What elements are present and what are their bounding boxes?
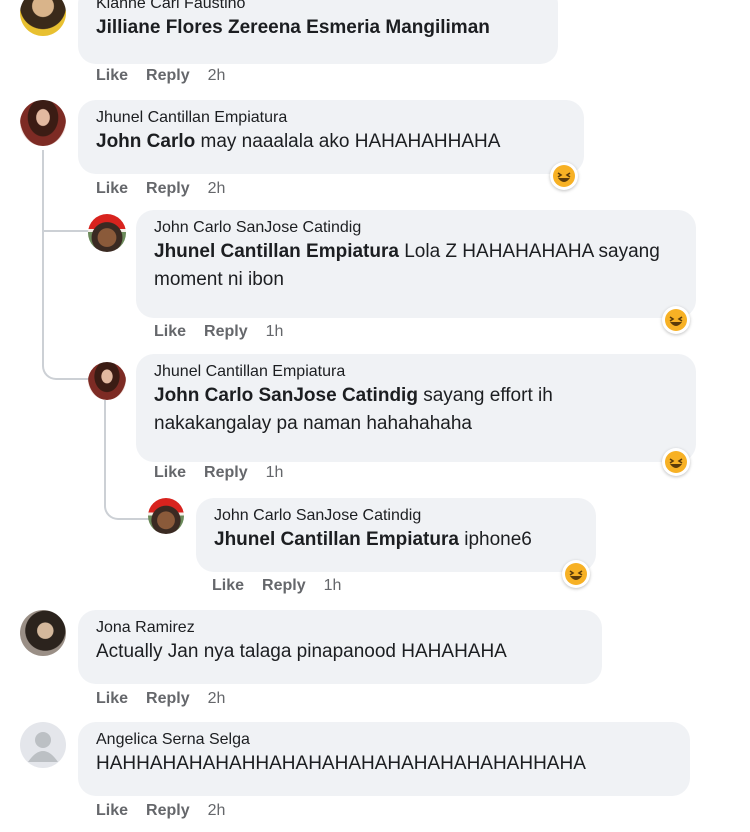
comment-actions: Like Reply 2h: [96, 67, 243, 85]
timestamp[interactable]: 2h: [208, 67, 226, 84]
timestamp[interactable]: 2h: [208, 802, 226, 819]
mention-link[interactable]: John Carlo SanJose Catindig: [154, 385, 418, 406]
haha-reaction-icon[interactable]: [662, 448, 690, 476]
comment-bubble: Jhunel Cantillan Empiatura John Carlo ma…: [78, 100, 584, 174]
comment-text: may naaalala ako HAHAHAHHAHA: [195, 131, 501, 152]
comment-text: iphone6: [458, 529, 532, 550]
comment-actions: Like Reply 1h: [154, 464, 301, 482]
reply-button[interactable]: Reply: [146, 690, 190, 707]
thread-line: [42, 150, 92, 380]
comment-bubble: John Carlo SanJose Catindig Jhunel Canti…: [136, 210, 696, 318]
comment-bubble: Kianne Carl Faustino Jilliane Flores Zer…: [78, 0, 558, 64]
comment-actions: Like Reply 2h: [96, 802, 243, 820]
comment-text: HAHHAHAHAHAHHAHAHAHAHAHAHAHAHAHAHHAHA: [96, 753, 586, 774]
mention-link[interactable]: John Carlo: [96, 131, 195, 152]
comment-actions: Like Reply 2h: [96, 180, 243, 198]
mention-link[interactable]: Jhunel Cantillan Empiatura: [154, 241, 399, 262]
comment-text: Actually Jan nya talaga pinapanood HAHAH…: [96, 641, 507, 662]
timestamp[interactable]: 2h: [208, 180, 226, 197]
haha-reaction-icon[interactable]: [562, 560, 590, 588]
thread-line: [42, 230, 90, 232]
comment-actions: Like Reply 2h: [96, 690, 243, 708]
reply-button[interactable]: Reply: [146, 802, 190, 819]
like-button[interactable]: Like: [96, 690, 128, 707]
avatar[interactable]: [20, 610, 66, 656]
avatar[interactable]: [20, 100, 66, 146]
comment-bubble: John Carlo SanJose Catindig Jhunel Canti…: [196, 498, 596, 572]
comment-actions: Like Reply 1h: [154, 323, 301, 341]
timestamp[interactable]: 1h: [266, 464, 284, 481]
timestamp[interactable]: 1h: [324, 577, 342, 594]
like-button[interactable]: Like: [96, 67, 128, 84]
santa-hat-avatar[interactable]: [88, 214, 126, 252]
comment-bubble: Angelica Serna Selga HAHHAHAHAHAHHAHAHAH…: [78, 722, 690, 796]
comment-author[interactable]: John Carlo SanJose Catindig: [154, 218, 678, 238]
comment-bubble: Jona Ramirez Actually Jan nya talaga pin…: [78, 610, 602, 684]
comment-actions: Like Reply 1h: [212, 577, 359, 595]
reply-button[interactable]: Reply: [204, 323, 248, 340]
like-button[interactable]: Like: [96, 802, 128, 819]
reply-button[interactable]: Reply: [262, 577, 306, 594]
reply-button[interactable]: Reply: [146, 180, 190, 197]
like-button[interactable]: Like: [96, 180, 128, 197]
like-button[interactable]: Like: [154, 323, 186, 340]
comment-author[interactable]: Jhunel Cantillan Empiatura: [154, 362, 678, 382]
timestamp[interactable]: 1h: [266, 323, 284, 340]
like-button[interactable]: Like: [212, 577, 244, 594]
comment-author[interactable]: Angelica Serna Selga: [96, 730, 672, 750]
default-avatar-icon[interactable]: [20, 722, 66, 768]
comment-author[interactable]: Kianne Carl Faustino: [96, 0, 540, 14]
comment-author[interactable]: John Carlo SanJose Catindig: [214, 506, 578, 526]
mention-link[interactable]: Jilliane Flores Zereena Esmeria Mangilim…: [96, 17, 490, 38]
haha-reaction-icon[interactable]: [662, 306, 690, 334]
reply-button[interactable]: Reply: [204, 464, 248, 481]
mention-link[interactable]: Jhunel Cantillan Empiatura: [214, 529, 459, 550]
timestamp[interactable]: 2h: [208, 690, 226, 707]
comment-author[interactable]: Jona Ramirez: [96, 618, 584, 638]
avatar[interactable]: [20, 0, 66, 36]
like-button[interactable]: Like: [154, 464, 186, 481]
avatar[interactable]: [88, 362, 126, 400]
haha-reaction-icon[interactable]: [550, 162, 578, 190]
comment-bubble: Jhunel Cantillan Empiatura John Carlo Sa…: [136, 354, 696, 462]
reply-button[interactable]: Reply: [146, 67, 190, 84]
santa-hat-avatar[interactable]: [148, 498, 184, 534]
comment-author[interactable]: Jhunel Cantillan Empiatura: [96, 108, 566, 128]
